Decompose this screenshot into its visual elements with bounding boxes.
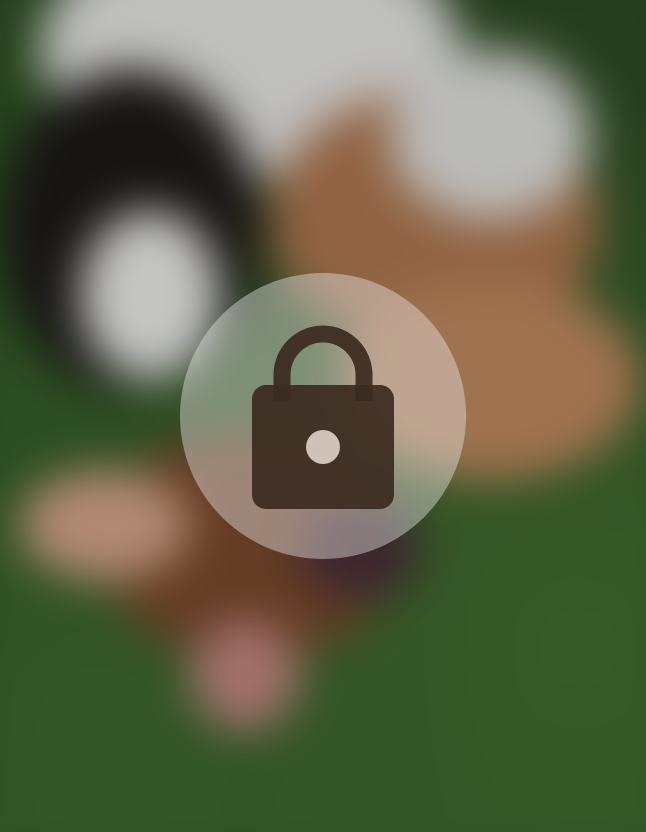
lock-badge[interactable] xyxy=(180,273,466,559)
lock-icon xyxy=(250,323,396,509)
locked-media-view xyxy=(0,0,646,832)
